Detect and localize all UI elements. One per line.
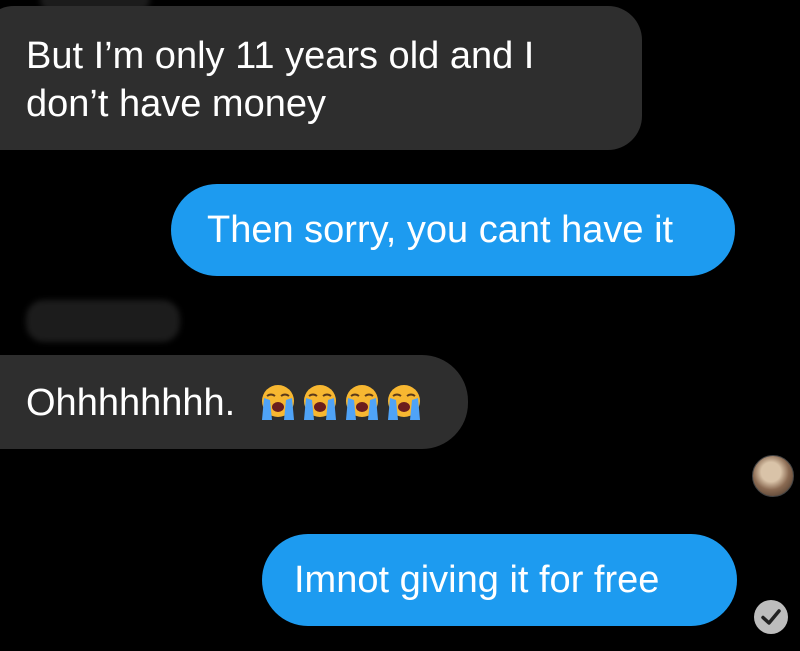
redacted-name-middle: [26, 300, 180, 342]
loudly-crying-face-icon: [345, 384, 378, 420]
avatar[interactable]: [752, 455, 794, 497]
message-text: Ohhhhhhhh.: [26, 382, 236, 424]
emoji-group: [258, 382, 424, 422]
loudly-crying-face-icon: [387, 384, 420, 420]
message-text: don’t have money: [26, 83, 326, 125]
message-text: Then sorry, you cant have it: [207, 209, 674, 251]
message-bubble-incoming[interactable]: Ohhhhhhhh.: [0, 355, 468, 449]
message-bubble-outgoing[interactable]: Then sorry, you cant have it: [171, 184, 735, 276]
message-bubble-outgoing[interactable]: Imnot giving it for free: [262, 534, 737, 626]
loudly-crying-face-icon: [261, 384, 294, 420]
check-circle-icon: [754, 600, 788, 634]
message-text: Imnot giving it for free: [294, 559, 660, 601]
message-bubble-incoming[interactable]: But I’m only 11 years old and I don’t ha…: [0, 6, 642, 150]
loudly-crying-face-icon: [303, 384, 336, 420]
message-text: But I’m only 11 years old and I: [26, 35, 535, 77]
